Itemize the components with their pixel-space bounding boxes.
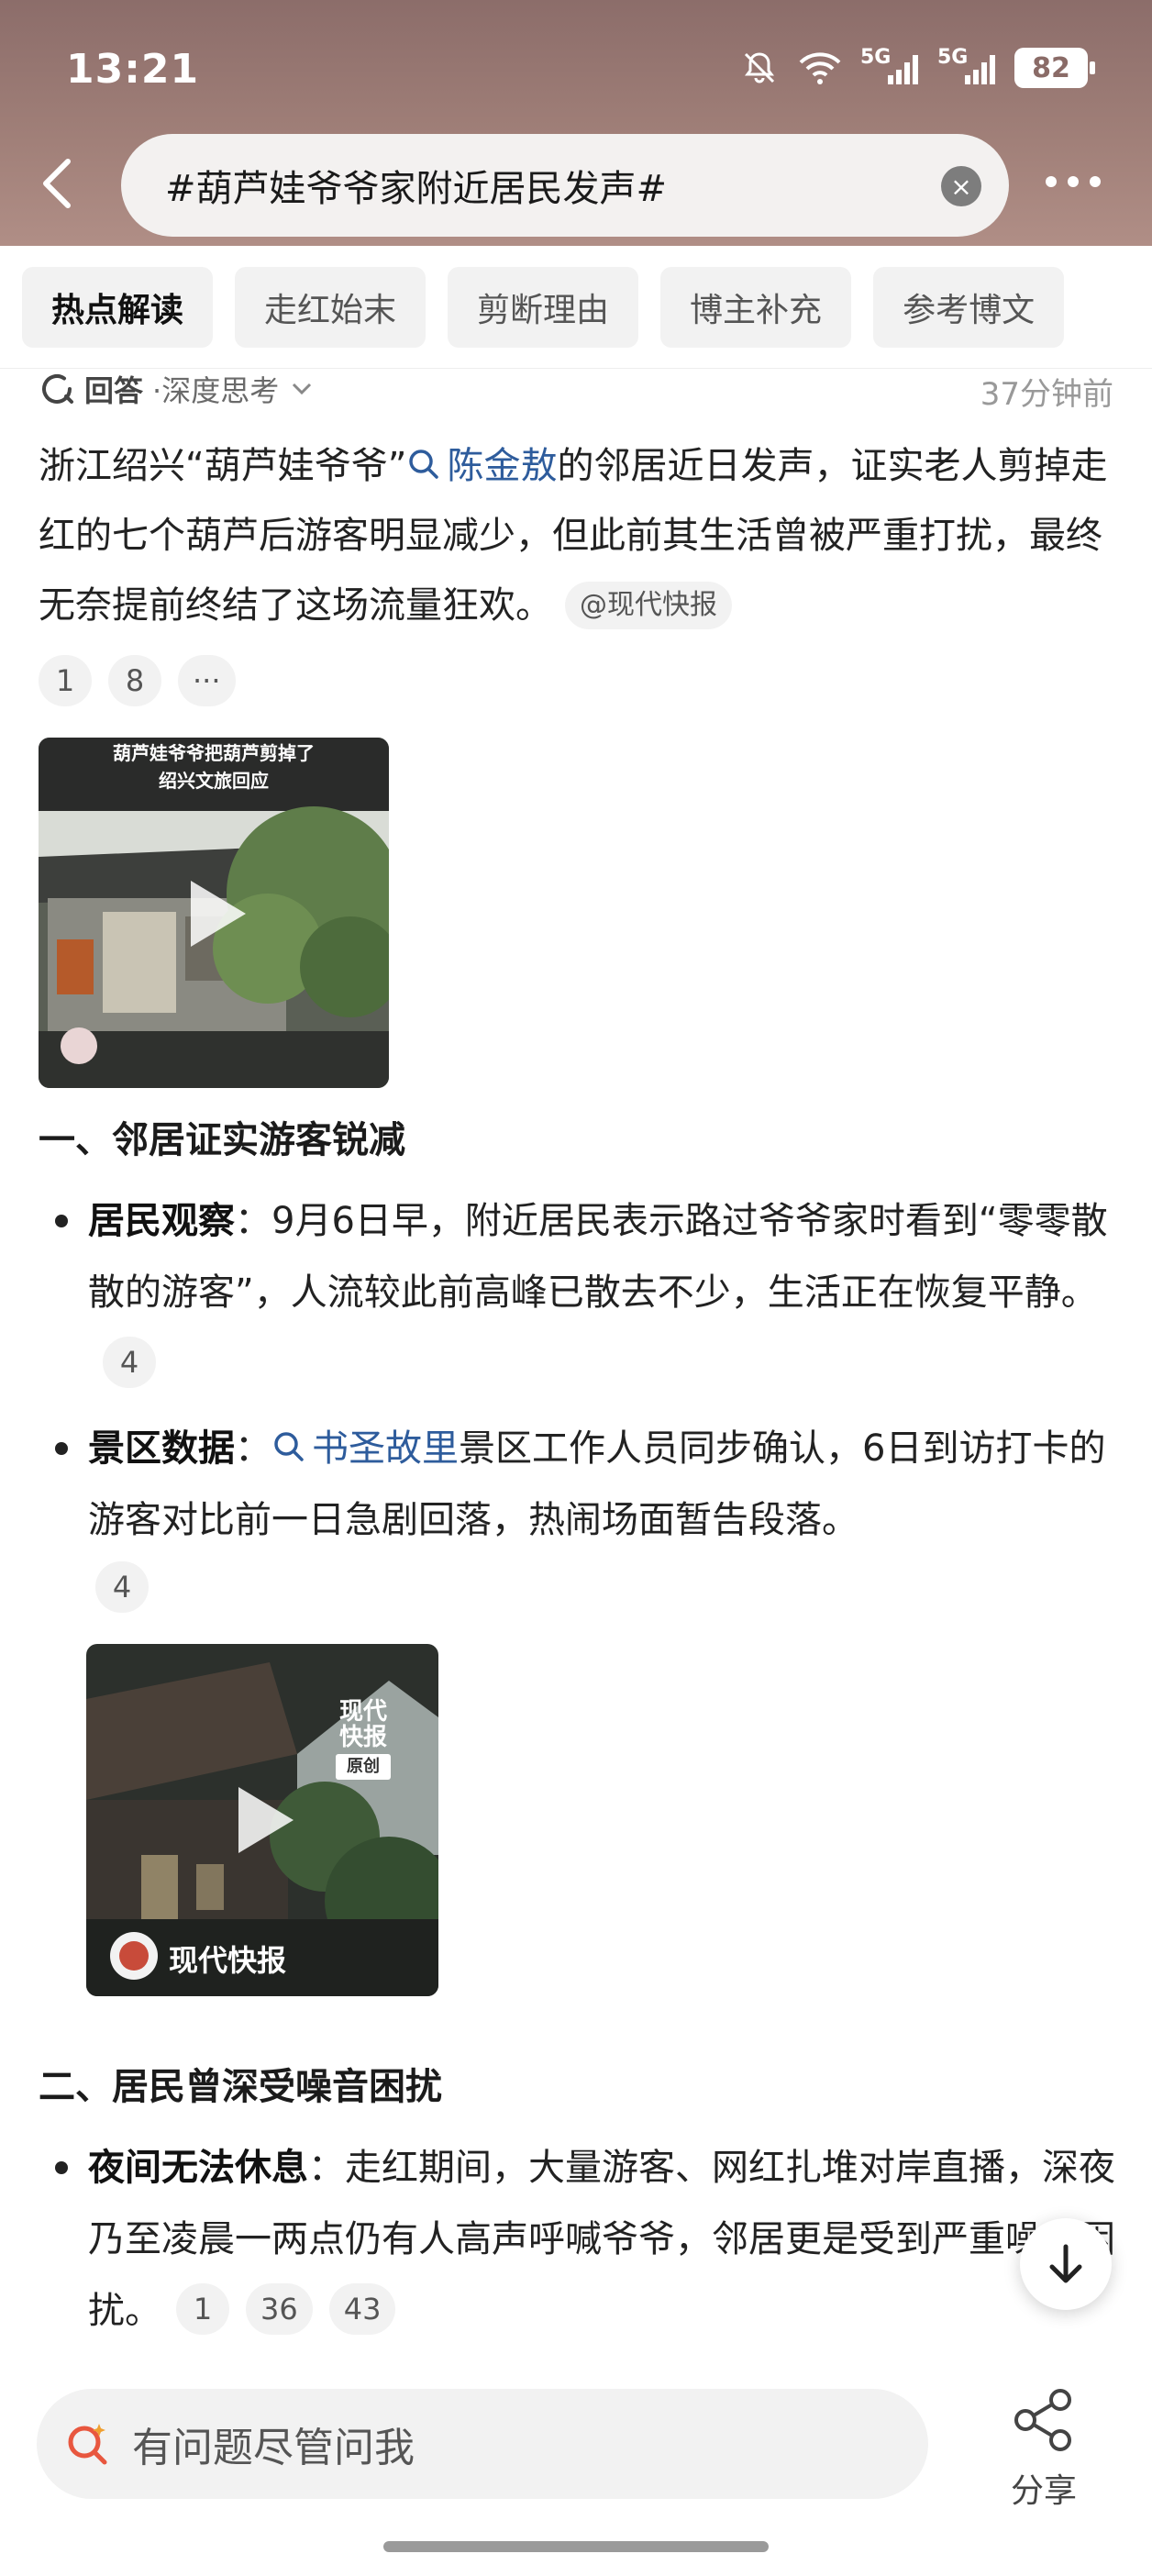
header: 13:21 5G 5G 82 #葫芦娃爷爷家附近居民发声# ×: [0, 0, 1152, 246]
ask-input[interactable]: 有问题尽管问我: [37, 2389, 928, 2499]
intro-text-1: 浙江绍兴“葫芦娃爷爷”: [39, 445, 407, 487]
home-indicator[interactable]: [383, 2541, 769, 2552]
share-icon: [1014, 2389, 1071, 2451]
search-query: #葫芦娃爷爷家附近居民发声#: [165, 168, 668, 210]
tab-bar: 热点解读 走红始末 剪断理由 博主补充 参考博文: [0, 246, 1152, 369]
watermark-sub: 原创: [336, 1754, 391, 1780]
video-thumbnail-1[interactable]: 葫芦娃爷爷把葫芦剪掉了 绍兴文旅回应: [39, 738, 389, 1088]
person-link-label: 陈金敖: [447, 445, 558, 487]
bullet-body: ：9月6日早，附近居民表示路过爷爷家时看到“零零散散的游客”，人流较此前高峰已散…: [88, 1200, 1108, 1314]
video-caption-line-2: 绍兴文旅回应: [159, 770, 269, 792]
scroll-down-button[interactable]: [1020, 2218, 1112, 2310]
ref-chip[interactable]: 36: [246, 2283, 313, 2335]
tab-blogger-supplement[interactable]: 博主补充: [660, 266, 852, 348]
place-link[interactable]: 书圣故里: [271, 1427, 459, 1470]
bullet-dot: [55, 1215, 68, 1227]
search-input[interactable]: #葫芦娃爷爷家附近居民发声# ×: [121, 134, 1009, 237]
bullet-title: 居民观察: [88, 1200, 235, 1242]
video-caption-line-1: 葫芦娃爷爷把葫芦剪掉了: [113, 742, 315, 764]
tab-hot-interpretation[interactable]: 热点解读: [22, 266, 214, 348]
bottom-bar: 有问题尽管问我 分享: [0, 2367, 1152, 2576]
status-bar: 13:21 5G 5G 82: [0, 0, 1152, 138]
more-options-icon[interactable]: [1046, 163, 1119, 200]
intro-paragraph: 浙江绍兴“葫芦娃爷爷” 陈金敖的邻居近日发声，证实老人剪掉走红的七个葫芦后游客明显…: [39, 431, 1121, 640]
deep-think-icon: [42, 374, 73, 404]
status-time: 13:21: [66, 46, 200, 93]
bullet-dot: [55, 1442, 68, 1455]
video-thumbnail-2[interactable]: 现代快报 原创 现代快报: [86, 1644, 438, 1996]
bullet-item-night-noise: 夜间无法休息：走红期间，大量游客、网红扎堆对岸直播，深夜乃至凌晨一两点仍有人高声…: [88, 2132, 1119, 2347]
share-label: 分享: [1010, 2472, 1077, 2510]
chevron-down-icon: [293, 383, 312, 395]
ref-row: 4: [95, 1561, 165, 1613]
bullet-dot: [55, 2161, 68, 2174]
ai-search-icon: [68, 2424, 107, 2465]
ref-chip[interactable]: 43: [328, 2283, 396, 2335]
ref-chip[interactable]: 1: [176, 2283, 229, 2335]
status-icons: 5G 5G 82: [739, 46, 1095, 88]
bullet-colon: ：: [235, 1427, 271, 1470]
answer-label: 回答: [84, 373, 144, 408]
ref-chip[interactable]: 1: [39, 655, 92, 706]
arrow-down-icon: [1049, 2244, 1082, 2283]
video-channel-name: 现代快报: [169, 1943, 287, 1978]
bullet-title: 景区数据: [88, 1427, 235, 1470]
section-heading-1: 一、邻居证实游客锐减: [39, 1119, 405, 1161]
place-link-label: 书圣故里: [312, 1427, 459, 1470]
ref-chip[interactable]: 4: [95, 1561, 149, 1613]
cellular-signal-icon: 5G: [860, 46, 921, 88]
tab-origin[interactable]: 走红始末: [235, 266, 426, 348]
search-icon: [274, 1432, 304, 1461]
cellular-signal-icon-2: 5G: [937, 46, 998, 88]
watermark: 现代快报 原创: [336, 1699, 391, 1780]
video-caption-1: 葫芦娃爷爷把葫芦剪掉了 绍兴文旅回应: [39, 739, 389, 794]
wifi-icon: [796, 48, 844, 88]
ref-chip[interactable]: 4: [103, 1337, 156, 1388]
ref-chip[interactable]: 8: [108, 655, 161, 706]
bullet-item-scenic-data: 景区数据： 书圣故里景区工作人员同步确认，6日到访打卡的游客对比前一日急剧回落，热…: [88, 1413, 1119, 1556]
more-refs-chip[interactable]: ···: [178, 655, 236, 706]
play-icon: [238, 1787, 294, 1853]
answer-mode: ·深度思考: [152, 373, 280, 408]
mute-bell-icon: [739, 48, 780, 88]
person-link[interactable]: 陈金敖: [406, 445, 557, 487]
back-button[interactable]: [35, 154, 86, 213]
clear-icon[interactable]: ×: [941, 166, 981, 206]
tab-reference-posts[interactable]: 参考博文: [873, 266, 1065, 348]
source-tag[interactable]: @现代快报: [565, 582, 732, 629]
share-button[interactable]: 分享: [1000, 2387, 1088, 2512]
answer-time: 37分钟前: [980, 376, 1113, 413]
tab-cut-reason[interactable]: 剪断理由: [448, 266, 639, 348]
play-icon: [191, 881, 246, 947]
answer-meta[interactable]: 回答 ·深度思考: [39, 369, 316, 409]
search-icon: [409, 450, 439, 479]
ask-placeholder: 有问题尽管问我: [132, 2425, 415, 2471]
intro-refs: 1 8 ···: [39, 655, 252, 706]
watermark-text: 现代快报: [338, 1698, 387, 1751]
bullet-title: 夜间无法休息: [88, 2147, 308, 2189]
battery-icon: 82: [1014, 48, 1095, 88]
section-heading-2: 二、居民曾深受噪音困扰: [39, 2066, 442, 2108]
bullet-item-resident-observation: 居民观察：9月6日早，附近居民表示路过爷爷家时看到“零零散散的游客”，人流较此前…: [88, 1185, 1119, 1400]
